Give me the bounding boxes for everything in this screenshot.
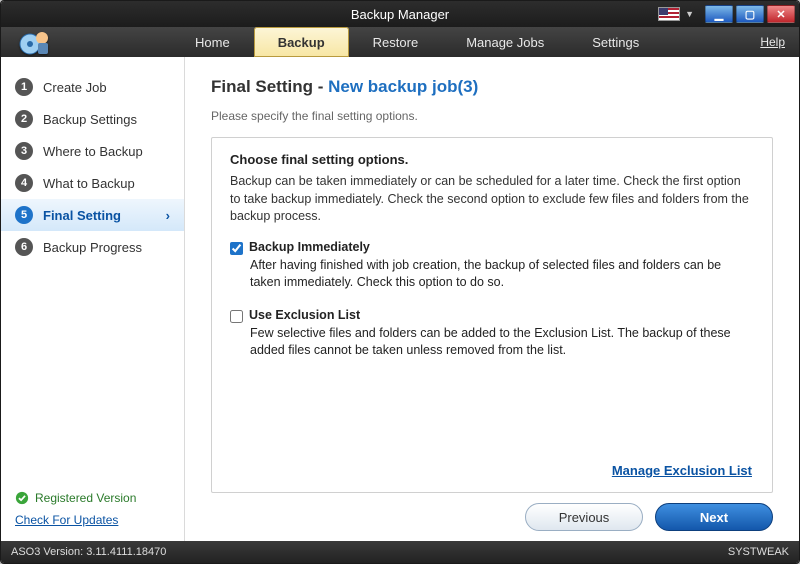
manage-exclusion-list-link[interactable]: Manage Exclusion List [612,463,752,478]
wizard-steps: 1 Create Job 2 Backup Settings 3 Where t… [1,57,184,277]
registered-status: Registered Version [15,491,170,505]
app-logo-icon [11,27,61,57]
page-subtitle: Please specify the final setting options… [211,109,773,123]
window-title: Backup Manager [351,7,449,22]
check-updates-link[interactable]: Check For Updates [15,513,170,527]
body: 1 Create Job 2 Backup Settings 3 Where t… [1,57,799,541]
previous-button[interactable]: Previous [525,503,643,531]
main-tabs: Home Backup Restore Manage Jobs Settings [171,27,663,57]
tab-home[interactable]: Home [171,27,254,57]
tab-restore[interactable]: Restore [349,27,443,57]
step-backup-settings[interactable]: 2 Backup Settings [1,103,184,135]
step-label: Create Job [43,80,107,95]
backup-immediately-label[interactable]: Backup Immediately [249,240,370,254]
tab-backup[interactable]: Backup [254,27,349,57]
backup-immediately-desc: After having finished with job creation,… [250,257,754,292]
statusbar: ASO3 Version: 3.11.4111.18470 SYSTWEAK [1,541,799,563]
use-exclusion-list-checkbox[interactable] [230,310,243,323]
app-window: Backup Manager ▼ ▁ ▢ ✕ Home Backup Resto… [0,0,800,564]
titlebar: Backup Manager ▼ ▁ ▢ ✕ [1,1,799,27]
language-chevron-icon[interactable]: ▼ [685,9,694,19]
check-circle-icon [15,491,29,505]
menubar: Home Backup Restore Manage Jobs Settings… [1,27,799,57]
backup-immediately-checkbox[interactable] [230,242,243,255]
help-link[interactable]: Help [760,27,785,57]
use-exclusion-list-label[interactable]: Use Exclusion List [249,308,360,322]
step-create-job[interactable]: 1 Create Job [1,71,184,103]
step-label: Backup Progress [43,240,142,255]
step-label: Backup Settings [43,112,137,127]
sidebar: 1 Create Job 2 Backup Settings 3 Where t… [1,57,185,541]
version-text: ASO3 Version: 3.11.4111.18470 [11,546,166,558]
step-final-setting[interactable]: 5 Final Setting [1,199,184,231]
tab-settings[interactable]: Settings [568,27,663,57]
step-backup-progress[interactable]: 6 Backup Progress [1,231,184,263]
options-panel: Choose final setting options. Backup can… [211,137,773,493]
language-flag-icon[interactable] [658,7,680,21]
panel-heading: Choose final setting options. [230,152,754,167]
maximize-button[interactable]: ▢ [736,5,764,23]
step-label: Final Setting [43,208,121,223]
next-button[interactable]: Next [655,503,773,531]
step-label: What to Backup [43,176,135,191]
close-button[interactable]: ✕ [767,5,795,23]
minimize-button[interactable]: ▁ [705,5,733,23]
wizard-footer: Previous Next [211,503,773,531]
main-content: Final Setting - New backup job(3) Please… [185,57,799,541]
step-where-to-backup[interactable]: 3 Where to Backup [1,135,184,167]
brand-text: SYSTWEAK [728,546,789,558]
step-label: Where to Backup [43,144,143,159]
use-exclusion-list-desc: Few selective files and folders can be a… [250,325,754,360]
step-what-to-backup[interactable]: 4 What to Backup [1,167,184,199]
tab-manage-jobs[interactable]: Manage Jobs [442,27,568,57]
panel-intro: Backup can be taken immediately or can b… [230,173,754,226]
job-name: New backup job(3) [328,77,478,96]
page-title: Final Setting - New backup job(3) [211,77,773,97]
